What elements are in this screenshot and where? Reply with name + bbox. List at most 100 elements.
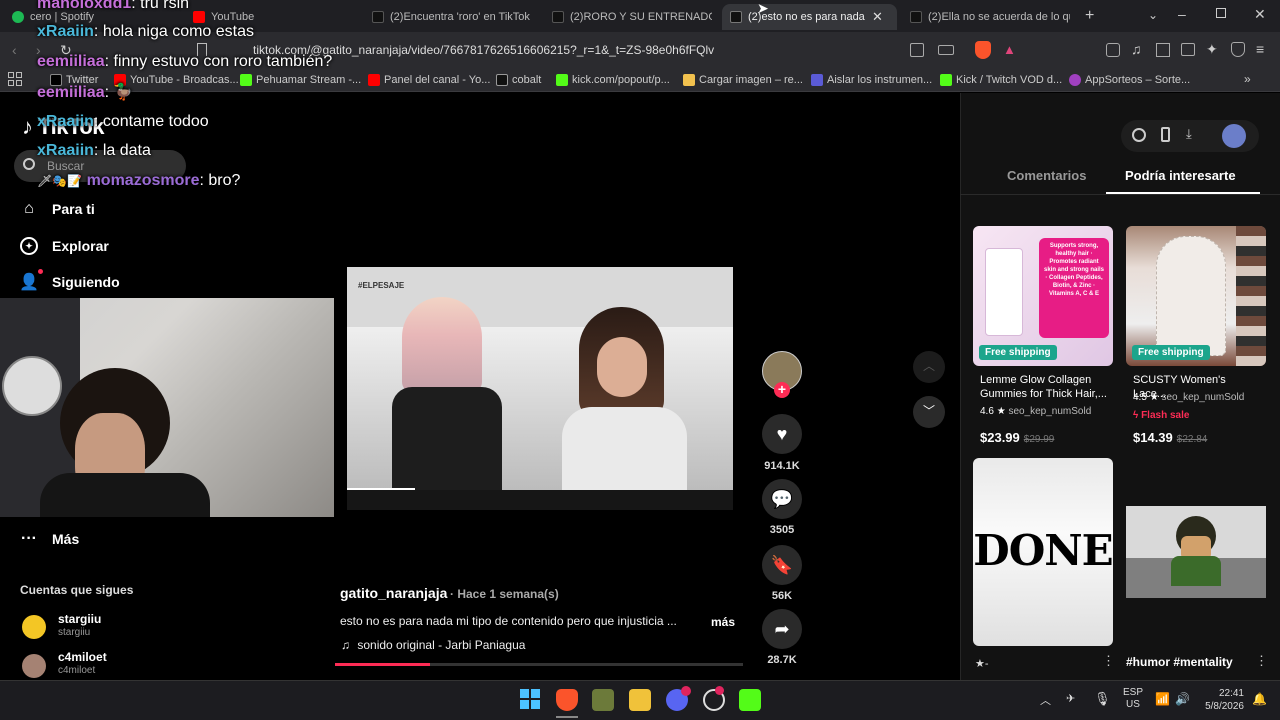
tray-chevron-icon[interactable]: ︿ (1040, 692, 1051, 708)
brave-shields-icon[interactable] (975, 41, 991, 59)
bookmark-cargar-imagen[interactable]: Cargar imagen – re... (683, 72, 803, 88)
tab-label: (2)RORO Y SU ENTRENADOR S (570, 11, 712, 23)
game-bar-icon[interactable] (592, 689, 614, 711)
share-button[interactable]: ➦ (762, 609, 802, 649)
maximize-icon[interactable] (1216, 8, 1226, 18)
brave-taskbar-icon[interactable] (556, 689, 578, 711)
nav-label: Más (52, 531, 80, 547)
video-time: · Hace 1 semana(s) (450, 587, 559, 601)
close-tab-icon[interactable]: ✕ (872, 9, 883, 25)
device-icon[interactable] (1161, 127, 1170, 142)
more-bookmarks-icon[interactable]: » (1244, 72, 1251, 86)
new-tab-icon[interactable]: + (1085, 7, 1094, 25)
nav-following[interactable]: 👤 Siguiendo (19, 273, 120, 291)
chat-text: : contame todoo (93, 113, 209, 130)
tab-active-video[interactable]: (2)esto no es para nada mi ✕ (722, 4, 897, 30)
language-indicator[interactable]: ESP US (1123, 687, 1143, 711)
back-icon[interactable]: ‹ (12, 42, 17, 58)
tab-label: (2)Ella no se acuerda de lo que (928, 11, 1070, 23)
brave-rewards-icon[interactable]: ▲ (1003, 42, 1016, 57)
video-thumbnail-done[interactable]: DONE (973, 458, 1113, 646)
bookmark-label: kick.com/popout/p... (572, 74, 670, 86)
caption-more-link[interactable]: más (711, 615, 735, 629)
emote-icon: 🦆 (113, 84, 133, 101)
appsorteos-icon (1069, 74, 1081, 86)
video-sound[interactable]: ♫ sonido original - Jarbi Paniagua (341, 638, 525, 652)
microphone-icon[interactable]: 🎙 (1094, 691, 1111, 707)
product-rating: 4.6 ★ seo_kep_numSold (980, 406, 1091, 417)
tab-search-chevron-icon[interactable]: ⌄ (1148, 8, 1158, 22)
webcam-overlay (0, 298, 334, 517)
music-icon[interactable]: ♫ (1131, 41, 1142, 57)
bookmark-appsorteos[interactable]: AppSorteos – Sorte... (1069, 72, 1190, 88)
avatar[interactable] (22, 654, 46, 678)
window-close-icon[interactable]: ✕ (1254, 6, 1266, 23)
clock[interactable]: 22:41 5/8/2026 (1198, 687, 1244, 713)
volume-icon[interactable]: 🔊 (1175, 692, 1190, 706)
mouse-cursor-icon: ➤ (757, 0, 769, 16)
more-options-icon[interactable]: ⋮ (1102, 653, 1115, 669)
sidebar-toggle-icon[interactable] (1156, 43, 1170, 57)
extensions-icon[interactable] (1106, 43, 1120, 57)
bookmark-cobalt[interactable]: cobalt (496, 72, 541, 88)
kick-icon (240, 74, 252, 86)
tab-comments[interactable]: Comentarios (1007, 168, 1086, 183)
windows-start-icon[interactable] (520, 689, 540, 709)
previous-video-button[interactable]: ︿ (913, 351, 945, 383)
chat-text: : bro? (199, 172, 241, 189)
tab-roro[interactable]: (2)RORO Y SU ENTRENADOR S (552, 4, 712, 30)
save-button[interactable]: 🔖 (762, 545, 802, 585)
profile-avatar[interactable] (1222, 124, 1246, 148)
download-icon[interactable]: ⤓ (1186, 126, 1192, 142)
chat-message: xRaaiin: contame todoo (37, 113, 209, 131)
tab-might-interest[interactable]: Podría interesarte (1125, 168, 1236, 183)
nav-more[interactable]: ··· Más (20, 530, 79, 548)
bookmark-kick-popout[interactable]: kick.com/popout/p... (556, 72, 670, 88)
explore-compass-icon[interactable] (1132, 128, 1146, 142)
video-author[interactable]: gatito_naranjaja (340, 585, 447, 601)
bookmark-panel-canal[interactable]: Panel del canal - Yo... (368, 72, 490, 88)
account-name[interactable]: c4miloet (58, 650, 107, 664)
minimize-icon[interactable]: – (1178, 6, 1186, 22)
youtube-icon (368, 74, 380, 86)
thumbnail-caption[interactable]: #humor #mentality (1126, 655, 1233, 669)
tab-tiktok-search[interactable]: (2)Encuentra 'roro' en TikTok | B (372, 4, 532, 30)
search-input[interactable]: Buscar (47, 159, 84, 173)
next-video-button[interactable]: ﹀ (913, 396, 945, 428)
bookmark-kick-twitch-vod[interactable]: Kick / Twitch VOD d... (940, 72, 1062, 88)
more-options-icon[interactable]: ⋮ (1255, 653, 1268, 669)
like-button[interactable]: ♥ (762, 414, 802, 454)
sold-count: seo_kep_numSold (1008, 406, 1092, 417)
kick-taskbar-icon[interactable] (739, 689, 761, 711)
wallet-icon[interactable] (1181, 43, 1195, 56)
notifications-bell-icon[interactable]: 🔔 (1252, 692, 1267, 706)
bookmark-pehuamar[interactable]: Pehuamar Stream -... (240, 72, 361, 88)
avatar[interactable] (22, 615, 46, 639)
file-explorer-icon[interactable] (629, 689, 651, 711)
follow-plus-icon[interactable]: + (774, 382, 790, 398)
tab-ella[interactable]: (2)Ella no se acuerda de lo que (910, 4, 1070, 30)
nav-for-you[interactable]: ⌂ Para ti (20, 200, 95, 218)
bookmark-icon: 🔖 (770, 554, 794, 575)
url-field[interactable]: tiktok.com/@gatito_naranjaja/video/76678… (225, 39, 1095, 61)
bookmark-aislar[interactable]: Aislar los instrumen... (811, 72, 932, 88)
account-name[interactable]: stargiiu (58, 612, 101, 626)
cast-icon[interactable] (938, 45, 954, 55)
product-image[interactable]: Supports strong, healthy hair · Promotes… (973, 226, 1113, 366)
thumbnail-caption[interactable]: ★- (975, 657, 989, 670)
product-title[interactable]: Lemme Glow Collagen Gummies for Thick Ha… (980, 373, 1108, 401)
wifi-icon[interactable]: 📶 (1155, 692, 1170, 706)
vpn-icon[interactable] (1231, 42, 1245, 57)
spotify-icon (12, 11, 24, 23)
tray-app-icon[interactable]: ✈ (1066, 692, 1075, 705)
translate-icon[interactable] (910, 43, 924, 57)
product-image[interactable]: Free shipping (1126, 226, 1266, 366)
video-progress-fill[interactable] (347, 488, 415, 490)
apps-grid-icon[interactable] (8, 72, 22, 86)
video-thumbnail-meme[interactable] (1126, 506, 1266, 598)
comment-button[interactable]: 💬 (762, 479, 802, 519)
video-player[interactable]: #ELPESAJE (347, 267, 733, 510)
leo-ai-icon[interactable]: ✦ (1206, 41, 1218, 58)
nav-explore[interactable]: ✦ Explorar (20, 237, 109, 255)
menu-icon[interactable]: ≡ (1256, 41, 1264, 57)
